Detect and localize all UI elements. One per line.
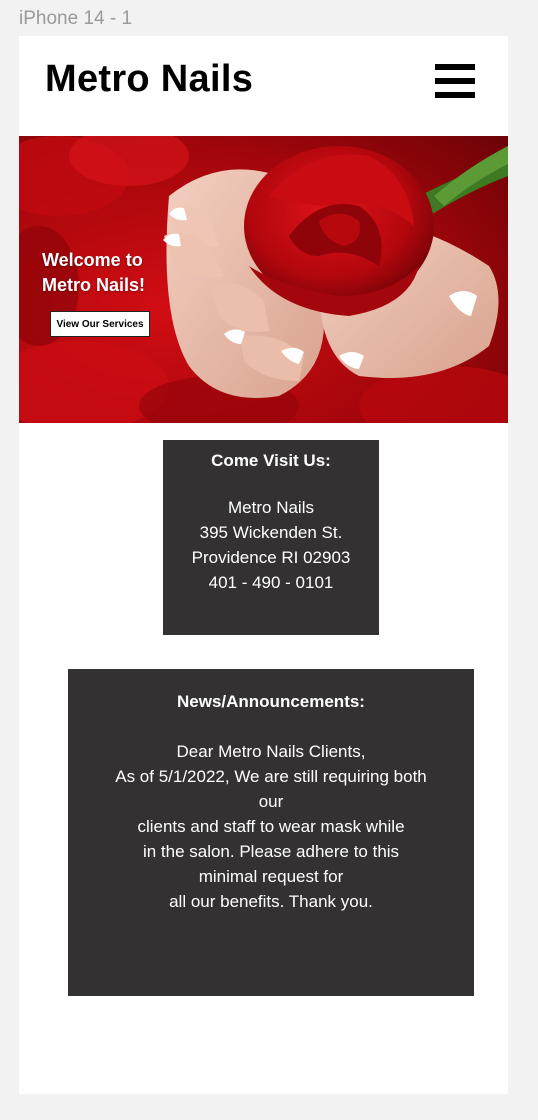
site-header: Metro Nails	[19, 36, 508, 136]
site-logo[interactable]: Metro Nails	[45, 58, 253, 101]
city-state-zip: Providence RI 02903	[191, 548, 351, 567]
street-address: 395 Wickenden St.	[199, 523, 343, 542]
artboard-label: iPhone 14 - 1	[19, 8, 133, 29]
hero-title: Welcome to Metro Nails!	[42, 250, 146, 295]
phone-number[interactable]: 401 - 490 - 0101	[163, 570, 379, 595]
announcement-line: As of 5/1/2022, We are still requiring b…	[115, 767, 427, 786]
announcement-line: minimal request for	[198, 867, 344, 886]
announcement-line: clients and staff to wear mask while	[137, 817, 405, 836]
hamburger-menu-icon[interactable]	[435, 64, 475, 100]
phone-artboard: Metro Nails Welcome to Metro Nails! View…	[19, 36, 508, 1094]
announcement-text: Dear Metro Nails Clients, As of 5/1/2022…	[68, 739, 474, 914]
news-announcements-card: News/Announcements: Dear Metro Nails Cli…	[68, 669, 474, 996]
announcement-line: Dear Metro Nails Clients,	[176, 742, 366, 761]
hero-banner: Welcome to Metro Nails! View Our Service…	[19, 136, 508, 423]
visit-us-card: Come Visit Us: Metro Nails 395 Wickenden…	[163, 440, 379, 635]
announcement-line: all our benefits. Thank you.	[169, 892, 373, 911]
announcement-line: in the salon. Please adhere to this	[142, 842, 400, 861]
business-name: Metro Nails	[228, 498, 314, 517]
view-services-button[interactable]: View Our Services	[50, 311, 150, 337]
news-title: News/Announcements:	[177, 692, 365, 711]
address-block: Metro Nails 395 Wickenden St. Providence…	[163, 495, 379, 595]
announcement-line: our	[258, 792, 284, 811]
visit-us-title: Come Visit Us:	[211, 451, 331, 470]
